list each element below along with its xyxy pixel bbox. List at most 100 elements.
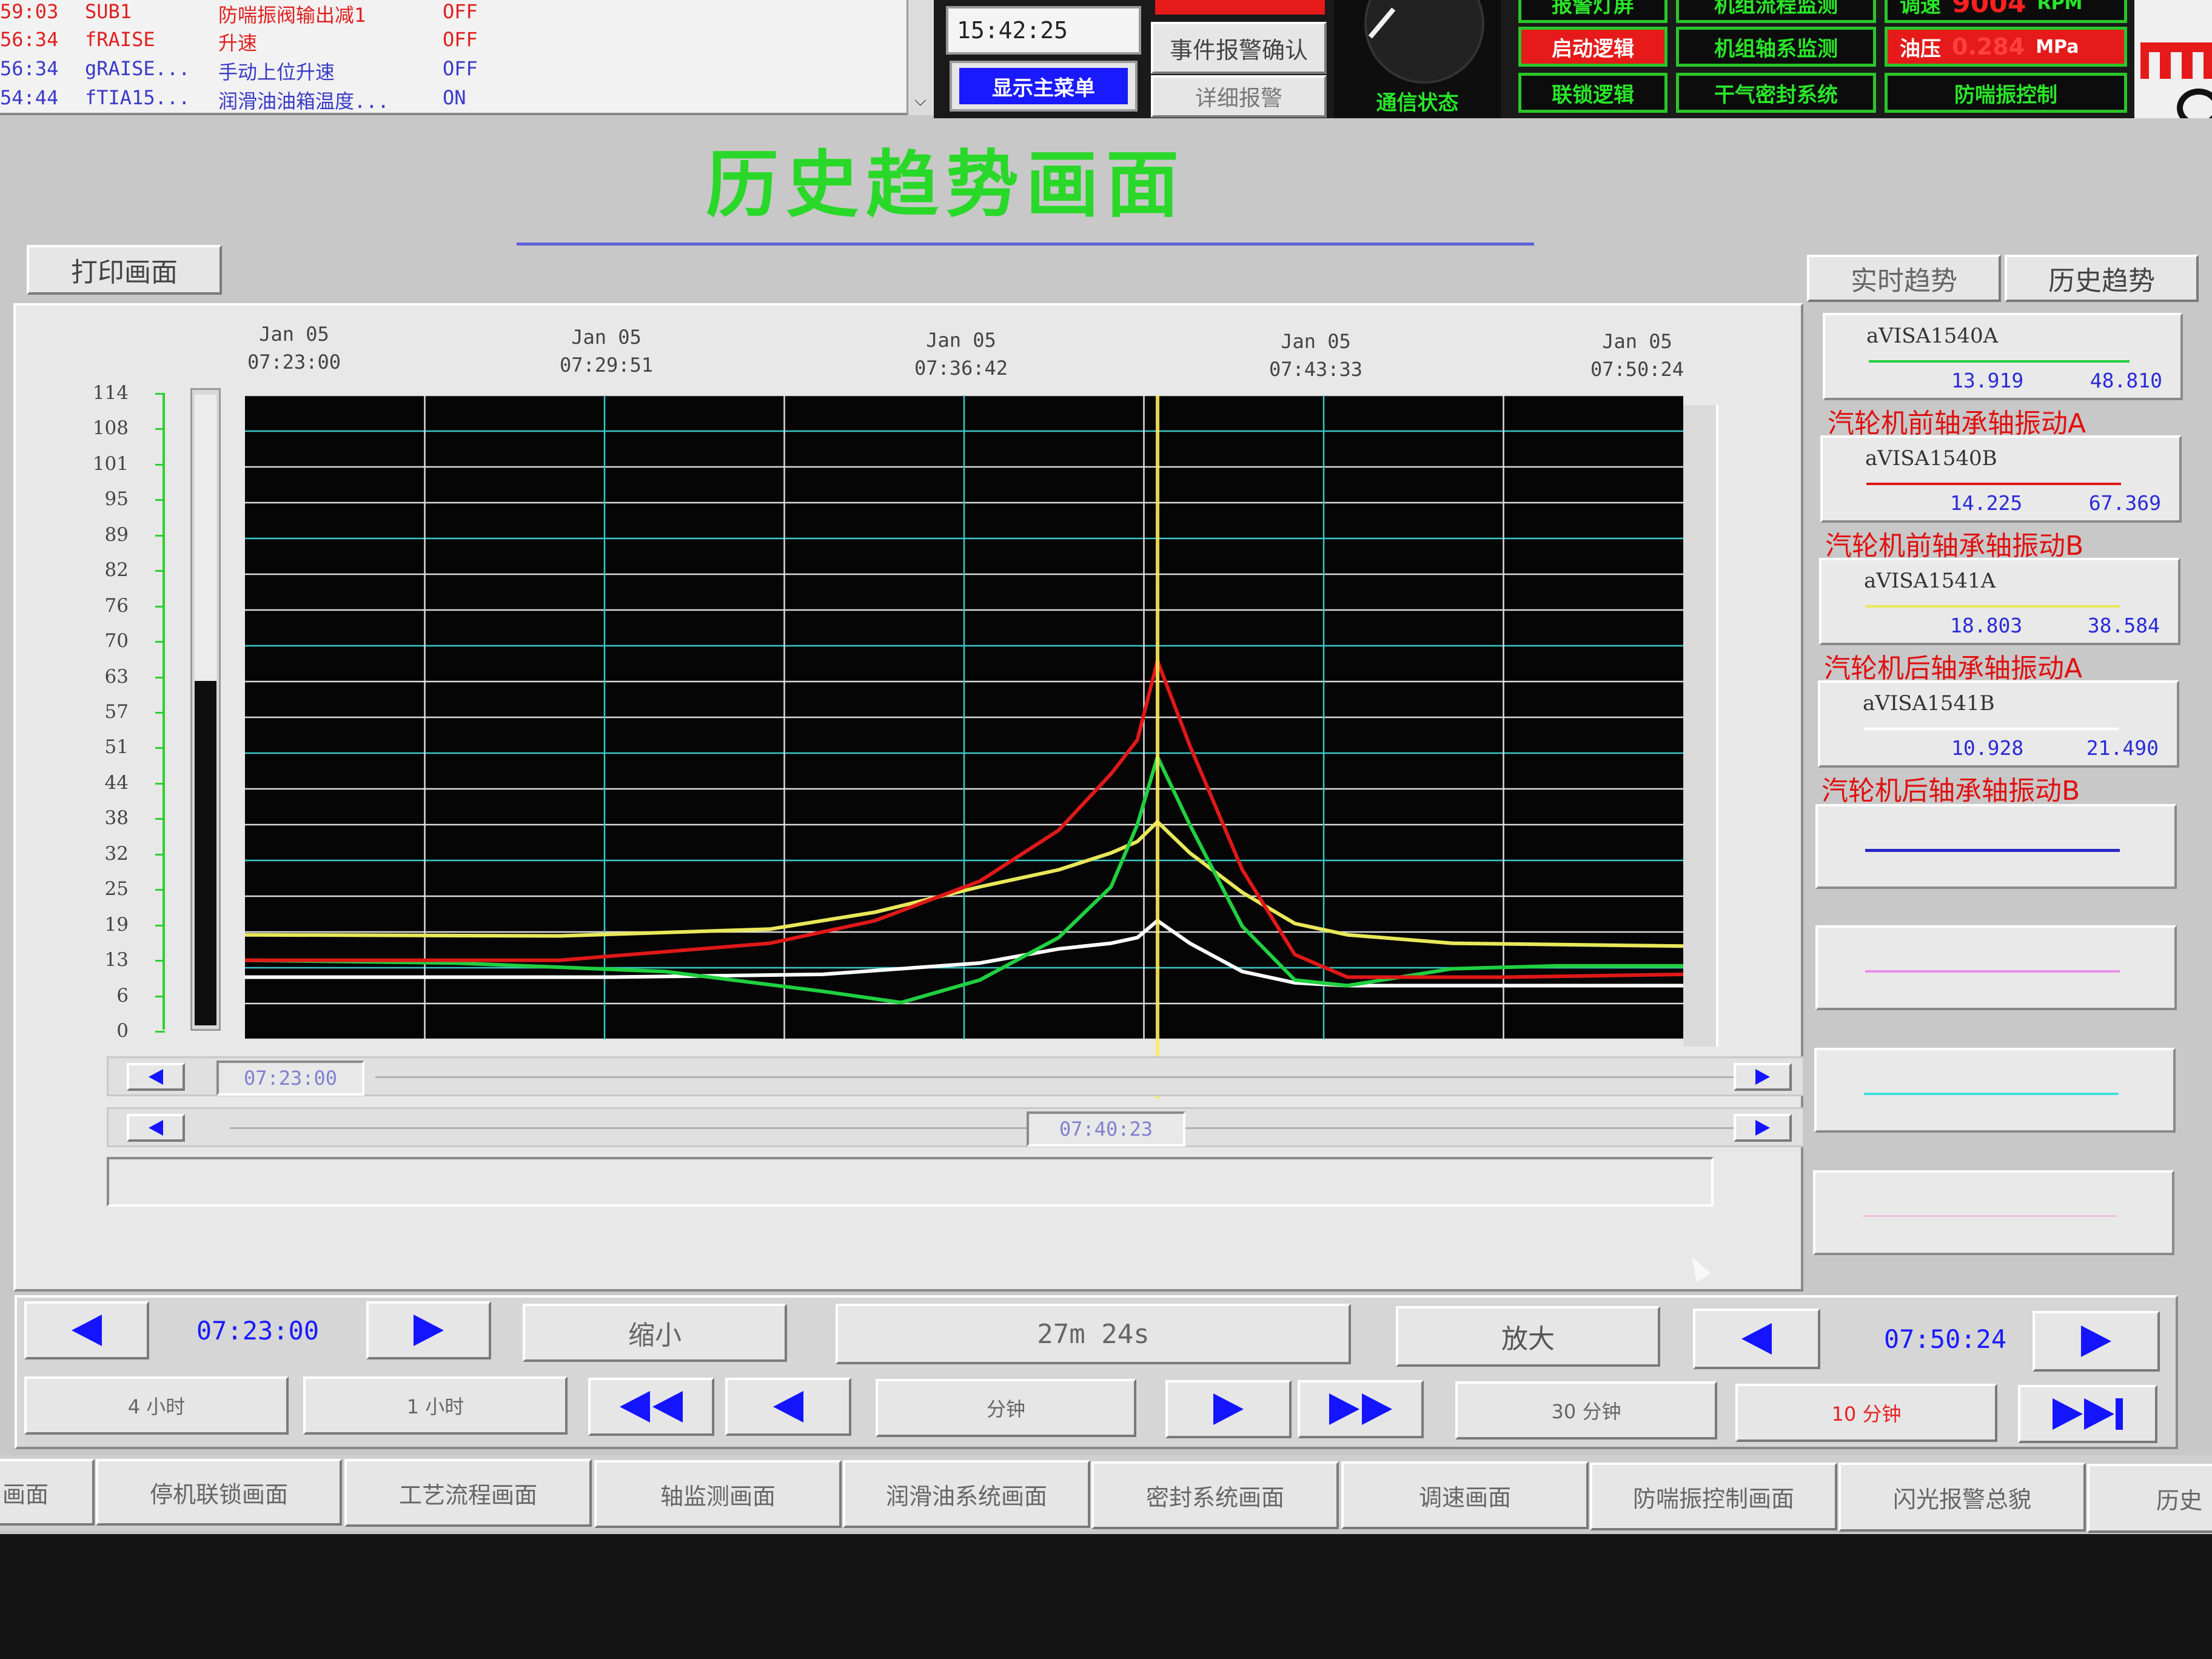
nav-tab[interactable]: 画面	[0, 1459, 95, 1526]
cursor-track-line	[230, 1127, 1746, 1129]
detail-alarm-label: 详细报警	[1195, 86, 1282, 111]
step-forward-button[interactable]	[1165, 1380, 1292, 1438]
nav-tab-label: 调速画面	[1418, 1484, 1511, 1511]
time-span-text: 27m 24s	[1037, 1318, 1150, 1350]
trend-cursor[interactable]	[1156, 395, 1159, 1099]
tab-history-trend[interactable]: 历史趋势	[2005, 255, 2199, 302]
interlock-logic-button[interactable]: 联锁逻辑	[1518, 73, 1667, 113]
go-latest-button[interactable]	[2018, 1385, 2157, 1443]
shaft-monitor-button[interactable]: 机组轴系监测	[1676, 27, 1876, 67]
tag-name: aVISA1540A	[1866, 324, 1999, 348]
fast-forward-button[interactable]	[1298, 1380, 1424, 1438]
alarm-tag: fTIA15...	[85, 86, 190, 109]
trend-footer-frame	[107, 1157, 1714, 1207]
dry-gas-seal-button[interactable]: 干气密封系统	[1676, 73, 1876, 113]
end-next-button[interactable]	[2033, 1311, 2160, 1372]
tag-legend-item[interactable]: aVISA1540A 13.919 48.810	[1823, 313, 2183, 400]
range-10m-button[interactable]: 10 分钟	[1735, 1384, 1997, 1442]
tag-color-line	[1869, 360, 2130, 363]
anti-surge-button[interactable]: 防喘振控制	[1885, 73, 2127, 113]
nav-tab[interactable]: 工艺流程画面	[344, 1459, 592, 1527]
alarm-tag: gRAISE...	[85, 57, 190, 80]
time-header-time: 07:43:33	[1269, 358, 1363, 381]
range-4h-button[interactable]: 4 小时	[24, 1376, 289, 1435]
nav-tab-label: 防喘振控制画面	[1632, 1485, 1794, 1512]
nav-tab[interactable]: 调速画面	[1341, 1461, 1589, 1529]
tag-min: 10.928	[1951, 736, 2024, 760]
detail-alarm-button[interactable]: 详细报警	[1151, 75, 1327, 118]
step-back-button[interactable]	[725, 1378, 851, 1436]
nav-tab-label: 润滑油系统画面	[885, 1483, 1047, 1510]
tag-slot-empty[interactable]	[1813, 1170, 2174, 1255]
start-prev-button[interactable]	[24, 1301, 149, 1359]
scroll-right-button[interactable]	[1734, 1063, 1792, 1091]
alarm-scrollbar[interactable]: ⌵	[907, 0, 934, 115]
chevron-down-icon[interactable]: ⌵	[914, 92, 927, 110]
nav-tab[interactable]: 停机联锁画面	[96, 1459, 342, 1526]
zoom-in-button[interactable]: 放大	[1396, 1306, 1660, 1367]
start-next-button[interactable]	[366, 1301, 491, 1359]
arrow-right-icon	[414, 1315, 444, 1346]
nav-tab[interactable]: 密封系统画面	[1091, 1461, 1339, 1529]
arrow-right-icon	[1755, 1069, 1770, 1085]
startup-logic-button[interactable]: 启动逻辑	[1518, 27, 1667, 67]
end-prev-button[interactable]	[1693, 1309, 1820, 1369]
arrow-right-icon	[1755, 1120, 1770, 1136]
skip-to-end-icon	[2053, 1398, 2083, 1430]
alarm-list[interactable]: 59:03 SUB1 防喘振阀输出减1 OFF 56:34 fRAISE 升速 …	[0, 0, 934, 115]
y-tick-label: 70	[104, 630, 129, 652]
cursor-right-button[interactable]	[1734, 1114, 1792, 1142]
tag-max: 21.490	[2086, 736, 2159, 760]
end-time-text: 07:50:24	[1883, 1324, 2007, 1354]
alarm-desc: 手动上位升速	[218, 61, 335, 84]
main-menu-button[interactable]: 显示主菜单	[950, 61, 1138, 112]
y-tick-label: 57	[104, 701, 129, 723]
trend-plot[interactable]	[245, 395, 1683, 1039]
double-arrow-left-icon	[620, 1391, 650, 1423]
nav-tab[interactable]: 润滑油系统画面	[843, 1460, 1090, 1528]
alarm-desc: 防喘振阀输出减1	[218, 4, 366, 27]
nav-tab[interactable]: 闪光报警总貌	[1838, 1463, 2086, 1532]
tag-slot-empty[interactable]	[1815, 804, 2177, 889]
scale-slider[interactable]	[190, 388, 221, 1031]
double-arrow-right-icon	[1329, 1393, 1359, 1425]
scroll-left-button[interactable]	[127, 1063, 185, 1091]
print-screen-button[interactable]: 打印画面	[27, 245, 222, 295]
unit-flow-button[interactable]: 机组流程监测	[1676, 0, 1876, 23]
alarm-lamp-button[interactable]: 报警灯屏	[1518, 0, 1667, 23]
y-tick-mark	[155, 712, 165, 714]
tag-color-line	[1864, 1093, 2119, 1095]
cursor-left-button[interactable]	[127, 1114, 185, 1142]
nav-tab[interactable]: 轴监测画面	[594, 1460, 842, 1528]
zoom-out-label: 缩小	[628, 1320, 682, 1351]
tag-color-line	[1863, 1215, 2117, 1217]
nav-tab[interactable]: 防喘振控制画面	[1590, 1463, 1837, 1530]
tag-legend-item[interactable]: aVISA1540B 14.225 67.369	[1820, 435, 2182, 523]
tag-legend-item[interactable]: aVISA1541A 18.803 38.584	[1819, 558, 2180, 645]
minute-button[interactable]: 分钟	[876, 1379, 1136, 1437]
zoom-out-button[interactable]: 缩小	[523, 1304, 787, 1362]
cursor-time-thumb[interactable]: 07:40:23	[1027, 1111, 1185, 1147]
fast-back-button[interactable]	[588, 1378, 714, 1436]
tag-slot-empty[interactable]	[1814, 1048, 2176, 1133]
event-ack-button[interactable]: 事件报警确认	[1151, 22, 1327, 74]
y-tick-label: 108	[92, 417, 129, 440]
nav-tab[interactable]: 历史	[2087, 1464, 2212, 1533]
tab-realtime-trend[interactable]: 实时趋势	[1807, 255, 2001, 302]
anti-surge-label: 防喘振控制	[1954, 82, 2057, 107]
trend-plot-svg	[245, 395, 1683, 1039]
tag-slot-empty[interactable]	[1815, 925, 2177, 1010]
time-scrollbar[interactable]: 07:23:00	[107, 1056, 1805, 1096]
cursor-time-text: 07:40:23	[1059, 1118, 1153, 1141]
y-tick-mark	[155, 1031, 165, 1033]
arrow-right-icon	[1213, 1393, 1244, 1425]
clock-display: 15:42:25	[946, 6, 1141, 55]
tag-legend-item[interactable]: aVISA1541B 10.928 21.490	[1818, 680, 2179, 768]
tab-realtime-label: 实时趋势	[1851, 266, 1957, 297]
tag-min: 13.919	[1951, 369, 2024, 392]
tag-color-line	[1864, 728, 2119, 730]
range-30m-button[interactable]: 30 分钟	[1455, 1381, 1717, 1439]
range-1h-button[interactable]: 1 小时	[303, 1376, 568, 1435]
cursor-scrollbar[interactable]: 07:40:23	[107, 1107, 1805, 1147]
time-span-display: 27m 24s	[836, 1304, 1351, 1364]
